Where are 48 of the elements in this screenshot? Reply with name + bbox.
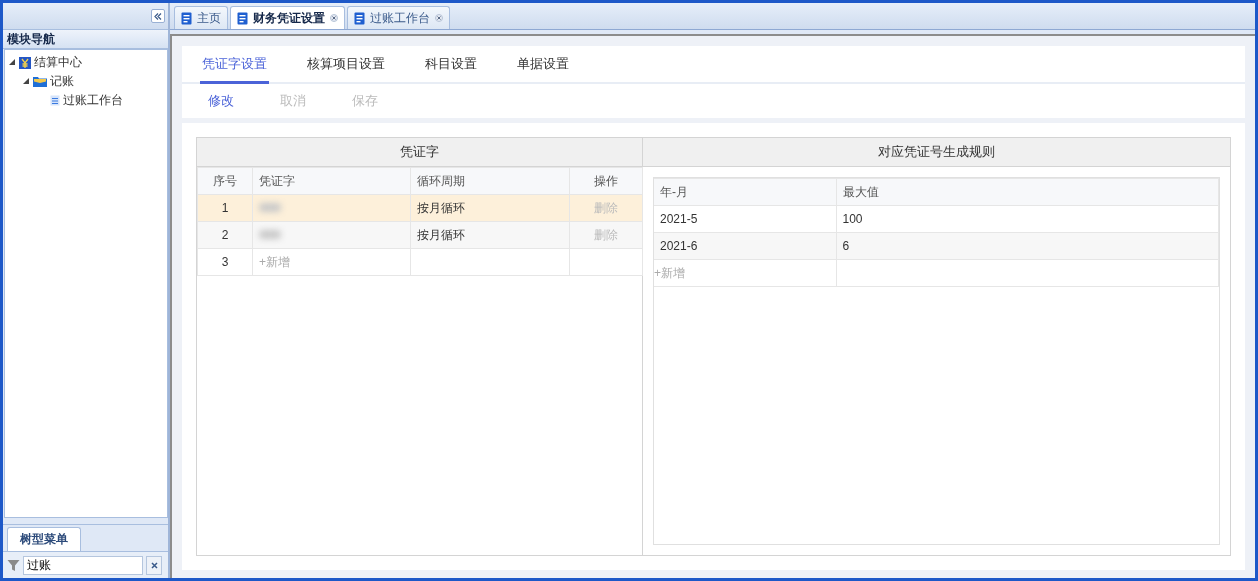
- tab[interactable]: 过账工作台: [347, 6, 450, 29]
- column-header: 操作: [569, 167, 643, 195]
- tab[interactable]: 单据设置: [515, 46, 571, 84]
- document-icon: [354, 11, 365, 25]
- column-header: 最大值: [836, 178, 1219, 206]
- table-cell: 按月循环: [410, 221, 570, 249]
- table-title: 对应凭证号生成规则: [643, 138, 1230, 167]
- document-icon: [181, 11, 192, 25]
- filter-icon: [7, 558, 20, 572]
- table-cell: 2021-6: [654, 232, 836, 260]
- double-chevron-icon: [154, 12, 162, 20]
- table-cell: 6: [836, 232, 1219, 260]
- close-icon[interactable]: [330, 14, 338, 22]
- table-cell: 3: [197, 248, 253, 276]
- close-icon[interactable]: [435, 14, 443, 22]
- panel-title: 模块导航: [3, 30, 168, 49]
- tab[interactable]: 核算项目设置: [305, 46, 387, 84]
- yen-icon: [19, 56, 31, 69]
- close-icon: [150, 562, 158, 569]
- expander-icon[interactable]: [9, 59, 16, 66]
- clear-button[interactable]: [146, 555, 162, 575]
- table-cell: 100: [836, 205, 1219, 233]
- table-cell: 2: [197, 221, 253, 249]
- tab[interactable]: 财务凭证设置: [230, 6, 345, 29]
- column-header: 循环周期: [410, 167, 570, 195]
- table-cell: 1: [197, 194, 253, 222]
- folder-icon: [33, 76, 47, 87]
- expander-icon[interactable]: [23, 78, 30, 85]
- document-icon: [50, 95, 60, 106]
- blurred-text: [259, 203, 281, 212]
- column-header: 年-月: [654, 178, 836, 206]
- column-header: 序号: [197, 167, 253, 195]
- tree-item[interactable]: 记账: [50, 73, 74, 90]
- panel-tab[interactable]: 树型菜单: [7, 527, 81, 551]
- table-cell: 按月循环: [410, 194, 570, 222]
- column-header: 凭证字: [252, 167, 411, 195]
- collapse-button[interactable]: [151, 9, 165, 23]
- tree-item[interactable]: 过账工作台: [63, 92, 123, 109]
- table-cell: 2021-5: [654, 205, 836, 233]
- tree-item[interactable]: 结算中心: [34, 54, 82, 71]
- tab[interactable]: 科目设置: [423, 46, 479, 84]
- toolbar-button[interactable]: 修改: [208, 92, 234, 110]
- document-icon: [237, 11, 248, 25]
- blurred-text: [259, 230, 281, 239]
- filter-field[interactable]: 过账: [23, 555, 143, 575]
- tab[interactable]: 主页: [174, 6, 228, 29]
- table-title: 凭证字: [197, 138, 642, 167]
- tab[interactable]: 凭证字设置: [200, 46, 269, 84]
